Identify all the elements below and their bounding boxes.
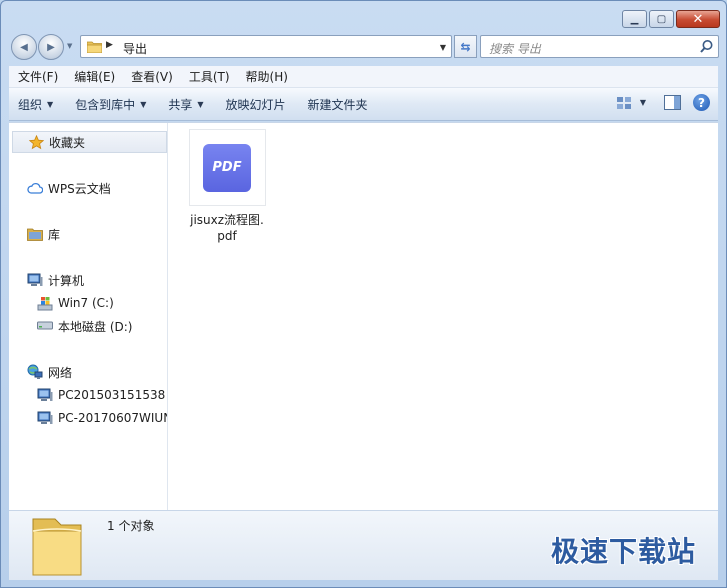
slideshow-label: 放映幻灯片 xyxy=(225,97,286,112)
star-icon xyxy=(28,134,44,150)
menu-bar: 文件(F) 编辑(E) 查看(V) 工具(T) 帮助(H) xyxy=(9,66,718,88)
content-area: 收藏夹 WPS云文档 库 计算机 Win7 (C:) 本地磁盘 (D:) 网络 … xyxy=(9,122,718,511)
search-icon[interactable] xyxy=(699,39,714,54)
include-in-library-button[interactable]: 包含到库中 ▼ xyxy=(75,96,146,113)
sidebar-item-label: PC-20170607WIUN xyxy=(58,411,168,425)
breadcrumb-current[interactable]: 导出 xyxy=(123,40,147,57)
back-button[interactable]: ◀ xyxy=(11,34,37,60)
menu-tools[interactable]: 工具(T) xyxy=(184,68,235,85)
window-controls: ▁ ▢ ✕ xyxy=(622,10,720,28)
network-icon xyxy=(27,364,43,380)
sidebar-item-libraries[interactable]: 库 xyxy=(27,223,60,245)
file-list: PDF jisuxz流程图.pdf xyxy=(169,123,718,510)
sidebar-item-label: 收藏夹 xyxy=(49,135,86,150)
chevron-down-icon: ▼ xyxy=(140,99,147,109)
sidebar-item-label: PC201503151538 xyxy=(58,388,166,402)
folder-icon xyxy=(87,41,102,53)
share-button[interactable]: 共享 ▼ xyxy=(168,96,203,113)
organize-label: 组织 xyxy=(18,97,43,112)
pdf-file-icon: PDF xyxy=(203,143,251,192)
include-in-library-label: 包含到库中 xyxy=(75,97,136,112)
computer-icon xyxy=(27,272,43,288)
breadcrumb-separator-icon[interactable]: ▶ xyxy=(106,40,113,50)
refresh-button[interactable]: ⇆ xyxy=(454,35,477,58)
search-input[interactable]: 搜索 导出 xyxy=(489,40,541,57)
new-folder-button[interactable]: 新建文件夹 xyxy=(308,96,368,113)
folder-icon xyxy=(32,518,82,576)
help-icon[interactable]: ? xyxy=(693,94,710,111)
menu-file[interactable]: 文件(F) xyxy=(13,68,63,85)
preview-pane-icon[interactable] xyxy=(664,95,681,110)
view-dropdown-icon: ▼ xyxy=(639,98,646,107)
file-item[interactable]: PDF jisuxz流程图.pdf xyxy=(187,129,267,244)
back-arrow-icon: ◀ xyxy=(20,41,28,53)
sidebar-item-pc1[interactable]: PC201503151538 xyxy=(37,384,165,406)
chevron-down-icon: ▼ xyxy=(47,99,54,109)
details-pane: 1 个对象 极速下载站 xyxy=(9,510,718,580)
sidebar-item-network[interactable]: 网络 xyxy=(27,361,72,383)
refresh-icon: ⇆ xyxy=(460,39,471,54)
library-icon xyxy=(27,226,43,242)
sidebar-item-label: 库 xyxy=(48,227,61,242)
forward-arrow-icon: ▶ xyxy=(47,41,55,53)
sidebar-item-drive-c[interactable]: Win7 (C:) xyxy=(37,292,114,314)
sidebar-item-label: Win7 (C:) xyxy=(58,296,114,310)
file-thumbnail[interactable]: PDF xyxy=(188,129,266,206)
command-bar: 组织 ▼ 包含到库中 ▼ 共享 ▼ 放映幻灯片 新建文件夹 ▼ ? xyxy=(9,88,718,121)
sidebar-item-pc2[interactable]: PC-20170607WIUN xyxy=(37,407,168,429)
slideshow-button[interactable]: 放映幻灯片 xyxy=(226,96,286,113)
navigation-bar: ◀ ▶ ▼ ▶ 导出 ▼ ⇆ 搜索 导出 xyxy=(10,33,719,61)
minimize-button[interactable]: ▁ xyxy=(622,10,647,28)
change-view-button[interactable]: ▼ xyxy=(616,96,646,110)
chevron-down-icon: ▼ xyxy=(197,99,204,109)
explorer-window: ▁ ▢ ✕ ◀ ▶ ▼ ▶ 导出 ▼ ⇆ 搜索 导出 文件(F) 编辑(E) 查… xyxy=(0,0,727,588)
sidebar-item-wps-cloud[interactable]: WPS云文档 xyxy=(27,177,111,199)
recent-pages-dropdown-icon[interactable]: ▼ xyxy=(67,42,72,50)
item-count-text: 1 个对象 xyxy=(107,519,155,533)
sidebar-item-label: 网络 xyxy=(48,365,73,380)
organize-button[interactable]: 组织 ▼ xyxy=(18,96,53,113)
hard-drive-icon xyxy=(37,318,53,334)
sidebar-item-label: 本地磁盘 (D:) xyxy=(58,319,133,334)
sidebar-item-favorites[interactable]: 收藏夹 xyxy=(12,131,167,153)
file-name[interactable]: jisuxz流程图.pdf xyxy=(187,212,267,244)
computer-icon xyxy=(37,410,53,426)
menu-edit[interactable]: 编辑(E) xyxy=(69,68,120,85)
maximize-button[interactable]: ▢ xyxy=(649,10,674,28)
address-bar[interactable]: ▶ 导出 ▼ xyxy=(80,35,452,58)
command-bar-right: ▼ ? xyxy=(616,94,710,111)
close-button[interactable]: ✕ xyxy=(676,10,720,28)
computer-icon xyxy=(37,387,53,403)
cloud-icon xyxy=(27,180,43,196)
watermark-text: 极速下载站 xyxy=(550,535,696,568)
sidebar-item-label: WPS云文档 xyxy=(48,181,111,196)
sidebar-item-computer[interactable]: 计算机 xyxy=(27,269,84,291)
search-box[interactable]: 搜索 导出 xyxy=(480,35,719,58)
forward-button[interactable]: ▶ xyxy=(38,34,64,60)
windows-drive-icon xyxy=(37,295,53,311)
address-dropdown-icon[interactable]: ▼ xyxy=(440,43,446,52)
new-folder-label: 新建文件夹 xyxy=(307,97,368,112)
share-label: 共享 xyxy=(168,97,193,112)
menu-help[interactable]: 帮助(H) xyxy=(241,68,293,85)
sidebar-item-label: 计算机 xyxy=(48,273,85,288)
sidebar-item-drive-d[interactable]: 本地磁盘 (D:) xyxy=(37,315,132,337)
menu-view[interactable]: 查看(V) xyxy=(126,68,178,85)
navigation-pane: 收藏夹 WPS云文档 库 计算机 Win7 (C:) 本地磁盘 (D:) 网络 … xyxy=(9,123,168,511)
view-options-icon xyxy=(616,96,631,109)
